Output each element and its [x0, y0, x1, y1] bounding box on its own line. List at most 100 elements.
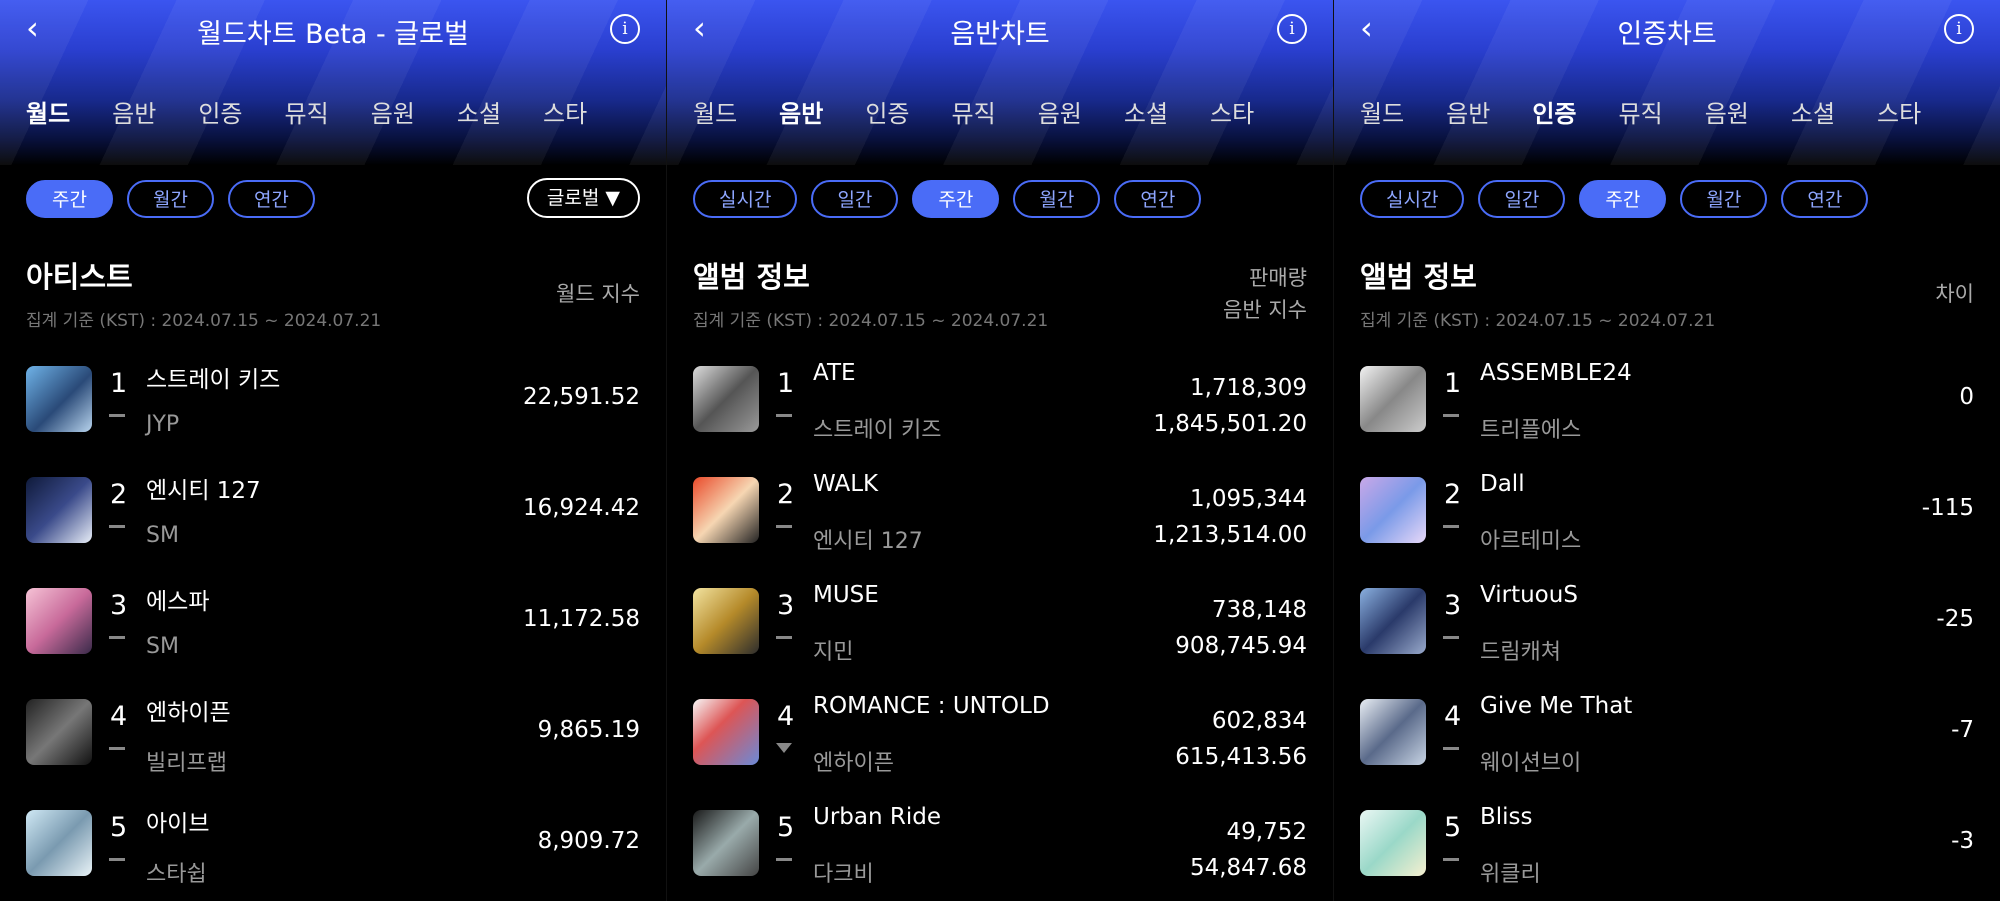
chart-row[interactable]: 4 ROMANCE : UNTOLD 엔하이픈 602,834 615,413.… [667, 693, 1333, 804]
rank-number: 2 [110, 479, 128, 510]
tab-2[interactable]: 인증 [198, 94, 242, 129]
album-thumbnail [26, 366, 92, 432]
index-value: 615,413.56 [1175, 744, 1307, 770]
row-value: 22,591.52 [522, 384, 640, 410]
row-value: 0 [1959, 384, 1974, 410]
chart-row[interactable]: 1 스트레이 키즈 JYP 22,591.52 [0, 360, 666, 471]
tab-0[interactable]: 월드 [693, 94, 737, 129]
column-header-label: 월드 지수 [556, 282, 640, 306]
row-subtitle: 트리플에스 [1480, 418, 1582, 443]
region-dropdown[interactable]: 글로벌 ▼ [526, 178, 640, 218]
row-subtitle: 위클리 [1480, 862, 1541, 887]
tab-4[interactable]: 음원 [371, 94, 415, 129]
row-values: 49,752 54,847.68 [1190, 814, 1307, 886]
tab-2[interactable]: 인증 [865, 94, 909, 129]
tab-0[interactable]: 월드 [26, 94, 70, 129]
chart-row[interactable]: 5 Urban Ride 다크비 49,752 54,847.68 [667, 804, 1333, 901]
album-thumbnail [693, 699, 759, 765]
period-pill-2[interactable]: 주간 [912, 180, 1000, 218]
tab-5[interactable]: 소셜 [457, 94, 501, 129]
rank-number: 2 [1444, 479, 1462, 510]
rank-number: 4 [1444, 701, 1462, 732]
album-thumbnail [1360, 477, 1426, 543]
rank-unchanged-icon [1443, 525, 1459, 528]
album-thumbnail [1360, 699, 1426, 765]
chart-row[interactable]: 5 Bliss 위클리 -3 [1334, 804, 2000, 901]
rank-unchanged-icon [109, 636, 125, 639]
period-pill-2[interactable]: 연간 [227, 180, 315, 218]
tab-3[interactable]: 뮤직 [1619, 94, 1663, 129]
chart-row[interactable]: 3 에스파 SM 11,172.58 [0, 582, 666, 693]
index-value: 908,745.94 [1175, 633, 1307, 659]
chart-row[interactable]: 4 엔하이픈 빌리프랩 9,865.19 [0, 693, 666, 804]
row-values: 738,148 908,745.94 [1175, 592, 1307, 664]
tab-4[interactable]: 음원 [1038, 94, 1082, 129]
tab-1[interactable]: 음반 [1446, 94, 1490, 129]
tab-6[interactable]: 스타 [543, 94, 587, 129]
album-thumbnail [1360, 810, 1426, 876]
period-pill-1[interactable]: 월간 [126, 180, 214, 218]
row-title: Urban Ride [813, 804, 941, 830]
row-subtitle: 스트레이 키즈 [813, 418, 942, 443]
period-pill-0[interactable]: 실시간 [1360, 180, 1465, 218]
album-thumbnail [693, 477, 759, 543]
period-pill-3[interactable]: 월간 [1680, 180, 1768, 218]
chart-row[interactable]: 3 MUSE 지민 738,148 908,745.94 [667, 582, 1333, 693]
period-pill-0[interactable]: 실시간 [693, 180, 798, 218]
chart-row[interactable]: 2 Dall 아르테미스 -115 [1334, 471, 2000, 582]
row-value: 11,172.58 [522, 606, 640, 632]
rank-number: 5 [1444, 812, 1462, 843]
info-icon[interactable]: i [1944, 14, 1974, 44]
period-filter: 실시간 일간 주간 월간 연간 [1360, 180, 1882, 218]
page-title: 월드차트 Beta - 글로벌 [197, 19, 469, 50]
rank-number: 5 [777, 812, 795, 843]
tab-3[interactable]: 뮤직 [952, 94, 996, 129]
chart-row[interactable]: 4 Give Me That 웨이션브이 -7 [1334, 693, 2000, 804]
chart-row[interactable]: 3 VirtuouS 드림캐쳐 -25 [1334, 582, 2000, 693]
row-title: 스트레이 키즈 [146, 367, 281, 393]
rank-number: 4 [777, 701, 795, 732]
tab-5[interactable]: 소셜 [1791, 94, 1835, 129]
period-pill-1[interactable]: 일간 [1478, 180, 1566, 218]
row-subtitle: 빌리프랩 [146, 751, 227, 776]
chart-panel-2: ‹ 음반차트 i 월드 음반 인증 뮤직 음원 소셜 스타실시간 일간 주간 월간 연간앨범 정보집… [666, 0, 1333, 901]
tab-1[interactable]: 음반 [779, 94, 823, 129]
chart-row[interactable]: 5 아이브 스타쉽 8,909.72 [0, 804, 666, 901]
period-pill-4[interactable]: 연간 [1781, 180, 1869, 218]
period-pill-4[interactable]: 연간 [1114, 180, 1202, 218]
chart-row[interactable]: 2 WALK 엔시티 127 1,095,344 1,213,514.00 [667, 471, 1333, 582]
row-subtitle: JYP [146, 412, 180, 437]
chart-row[interactable]: 1 ASSEMBLE24 트리플에스 0 [1334, 360, 2000, 471]
tab-2[interactable]: 인증 [1532, 94, 1576, 129]
tab-3[interactable]: 뮤직 [285, 94, 329, 129]
period-pill-3[interactable]: 월간 [1013, 180, 1101, 218]
section-title: 앨범 정보 [693, 260, 810, 294]
tab-6[interactable]: 스타 [1877, 94, 1921, 129]
page-title: 음반차트 [950, 19, 1050, 50]
rank-unchanged-icon [1443, 414, 1459, 417]
page-title: 인증차트 [1617, 19, 1717, 50]
info-icon[interactable]: i [610, 14, 640, 44]
period-pill-1[interactable]: 일간 [811, 180, 899, 218]
top-bar: ‹ 음반차트 i [667, 0, 1333, 58]
chart-row[interactable]: 1 ATE 스트레이 키즈 1,718,309 1,845,501.20 [667, 360, 1333, 471]
rank-unchanged-icon [1443, 747, 1459, 750]
tab-0[interactable]: 월드 [1360, 94, 1404, 129]
rank-unchanged-icon [1443, 636, 1459, 639]
column-header: 판매량 음반 지수 [1223, 262, 1307, 326]
tab-4[interactable]: 음원 [1705, 94, 1749, 129]
aggregation-date: 집계 기준 (KST) : 2024.07.15 ~ 2024.07.21 [693, 311, 1049, 331]
period-pill-2[interactable]: 주간 [1579, 180, 1667, 218]
info-icon[interactable]: i [1277, 14, 1307, 44]
row-title: 에스파 [146, 589, 210, 615]
tab-1[interactable]: 음반 [112, 94, 156, 129]
tab-5[interactable]: 소셜 [1124, 94, 1168, 129]
chart-panel-3: ‹ 인증차트 i 월드 음반 인증 뮤직 음원 소셜 스타 실시간 일간 주간 월간 연간 앨범 정보 집… [1333, 0, 2000, 901]
row-value: 9,865.19 [537, 717, 640, 743]
period-pill-0[interactable]: 주간 [26, 180, 113, 218]
chart-row[interactable]: 2 엔시티 127 SM 16,924.42 [0, 471, 666, 582]
row-title: ROMANCE : UNTOLD [813, 693, 1050, 719]
tab-6[interactable]: 스타 [1210, 94, 1254, 129]
album-thumbnail [1360, 366, 1426, 432]
aggregation-date: 집계 기준 (KST) : 2024.07.15 ~ 2024.07.21 [26, 311, 382, 331]
